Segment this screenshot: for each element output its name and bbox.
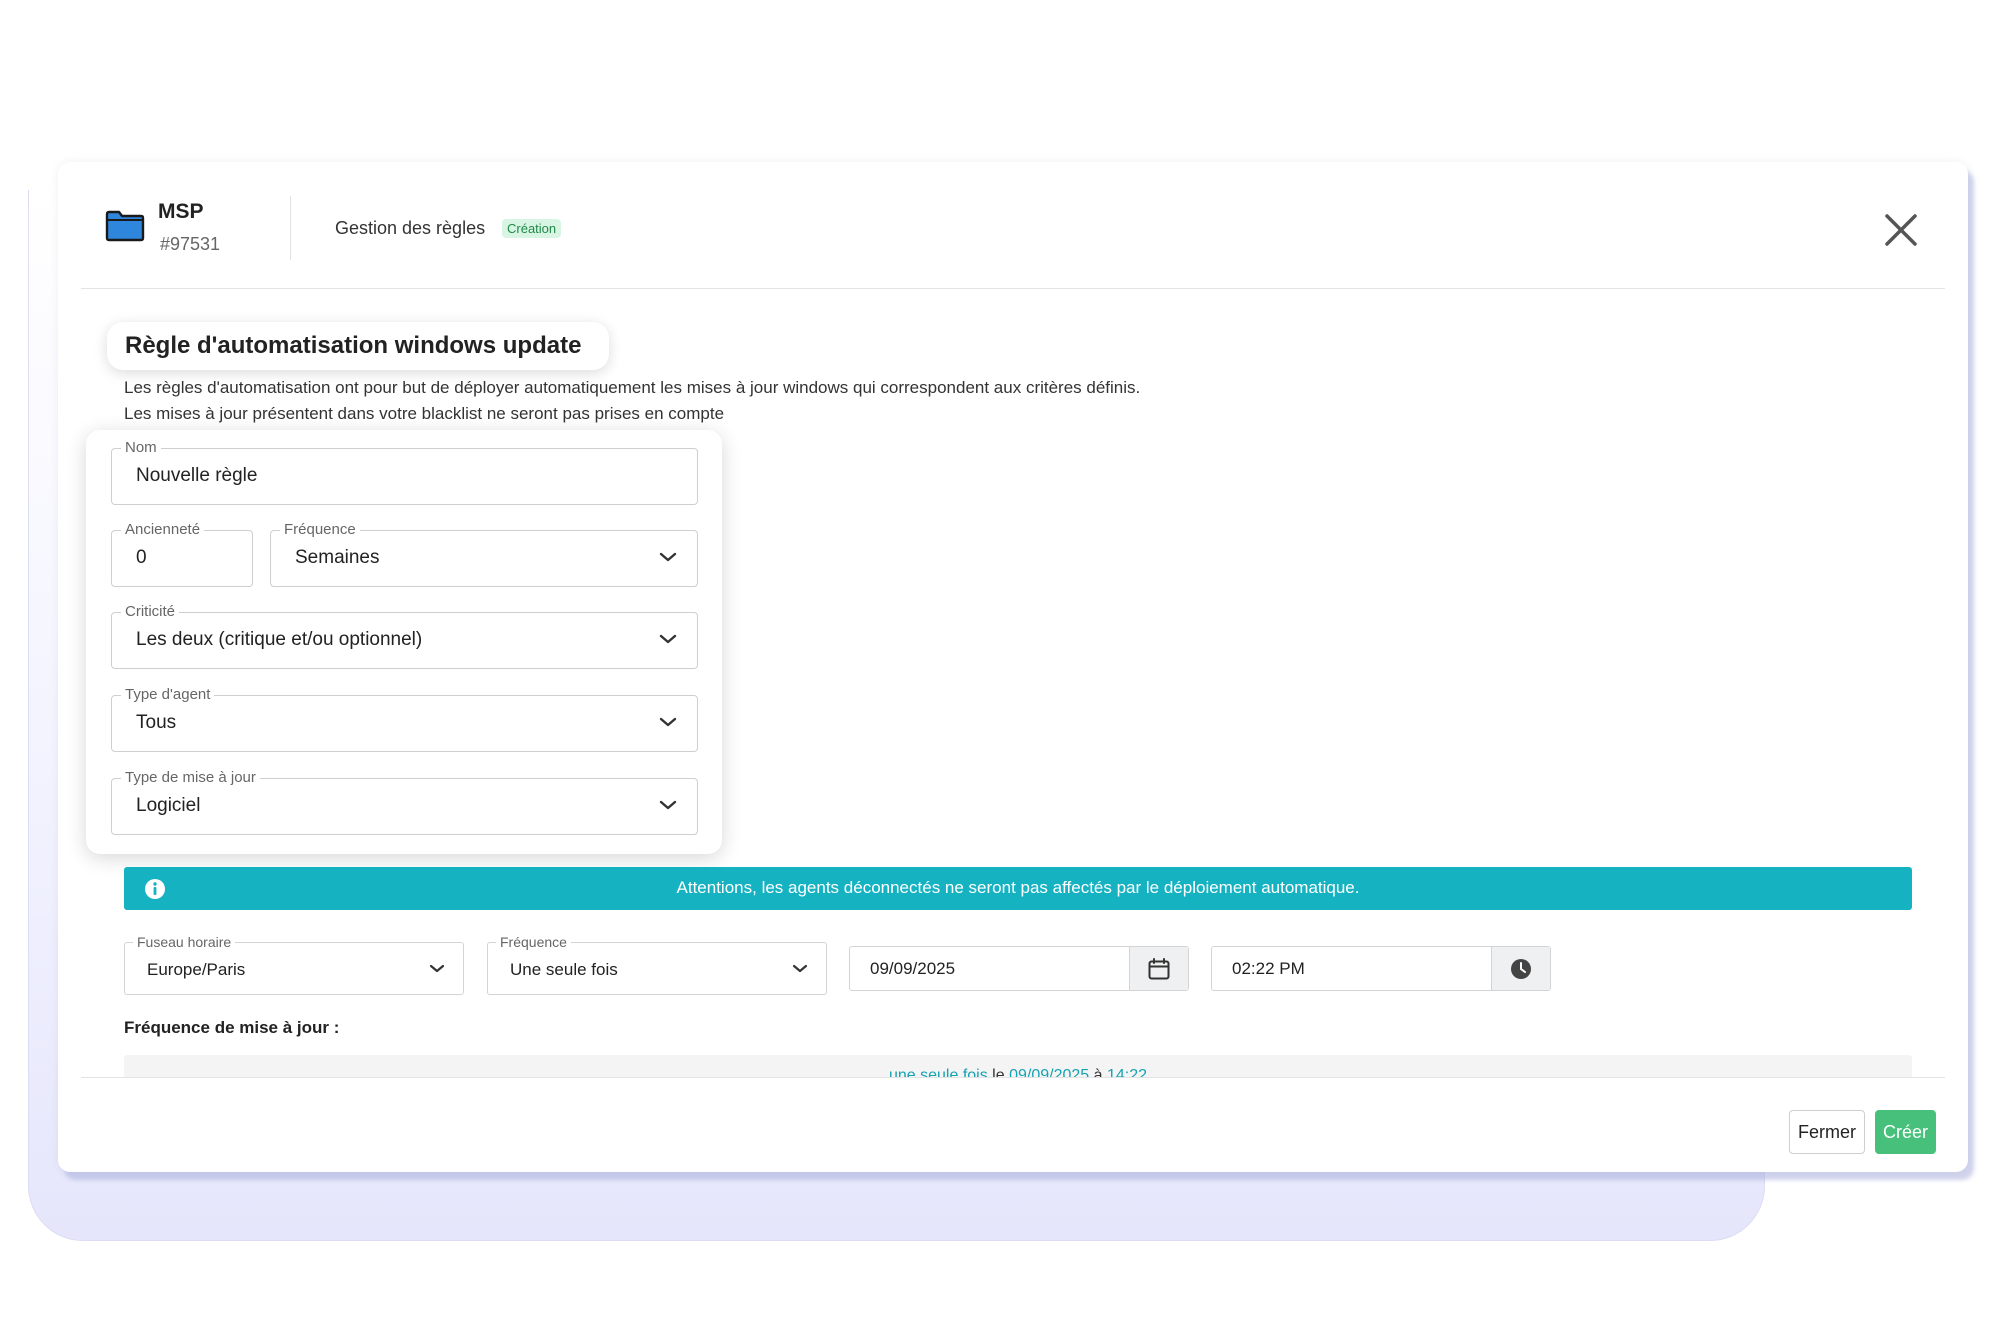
age-frequency-label: Fréquence [280,521,360,539]
chevron-down-icon [659,800,677,810]
date-picker-button[interactable] [1129,947,1188,990]
status-badge: Création [502,219,562,238]
age-frequency-value: Semaines [295,547,380,568]
timezone-value: Europe/Paris [147,960,246,979]
footer-divider-line [81,1077,1945,1078]
section-title: Règle d'automatisation windows update [107,322,610,370]
close-icon[interactable] [1881,210,1921,250]
schedule-summary: une seule fois le 09/09/2025 à 14:22 [124,1055,1912,1077]
time-picker-button[interactable] [1491,947,1550,990]
breadcrumb[interactable]: Gestion des règles [335,218,485,239]
chevron-down-icon [429,964,445,973]
age-field[interactable]: Ancienneté 0 [111,521,253,587]
header-divider-line [81,288,1945,289]
header-divider [290,196,291,260]
chevron-down-icon [659,552,677,562]
create-button[interactable]: Créer [1875,1110,1936,1154]
age-label: Ancienneté [121,521,205,539]
summary-connector: le [992,1067,1005,1077]
name-field[interactable]: Nom Nouvelle règle [111,439,698,505]
criticality-label: Criticité [121,603,180,621]
folder-icon [105,210,145,242]
agent-type-label: Type d'agent [121,686,215,704]
summary-date: 09/09/2025 [1009,1067,1090,1077]
chevron-down-icon [659,634,677,644]
name-label: Nom [121,439,161,457]
close-button[interactable]: Fermer [1789,1110,1865,1154]
date-value: 09/09/2025 [870,959,956,978]
summary-connector: à [1093,1067,1103,1077]
name-value: Nouvelle règle [136,465,258,486]
agent-type-value: Tous [136,712,177,733]
alert-message: Attentions, les agents déconnectés ne se… [676,878,1360,897]
summary-frequency: une seule fois [888,1067,988,1077]
chevron-down-icon [792,964,808,973]
description-line-1: Les règles d'automatisation ont pour but… [124,378,1141,397]
schedule-frequency-value: Une seule fois [510,960,618,979]
rule-form-card: Nom Nouvelle règle Ancienneté 0 Fréquenc… [86,430,722,854]
rule-creation-modal: MSP #97531 Gestion des règles Création R… [58,162,1968,1172]
schedule-frequency-label: Fréquence [496,934,571,950]
agent-type-select[interactable]: Type d'agent Tous [111,686,698,752]
schedule-summary-text: une seule fois le 09/09/2025 à 14:22 [124,1067,1912,1077]
update-frequency-label: Fréquence de mise à jour : [124,1018,340,1037]
schedule-frequency-select[interactable]: Fréquence Une seule fois [487,934,827,995]
update-type-select[interactable]: Type de mise à jour Logiciel [111,769,698,835]
time-input[interactable]: 02:22 PM [1211,946,1551,991]
age-value: 0 [136,547,147,568]
timezone-select[interactable]: Fuseau horaire Europe/Paris [124,934,464,995]
clock-icon [1511,958,1531,979]
calendar-icon [1148,957,1170,979]
summary-time: 14:22 [1106,1067,1148,1077]
update-type-value: Logiciel [136,795,201,816]
criticality-value: Les deux (critique et/ou optionnel) [136,629,423,650]
update-type-label: Type de mise à jour [121,769,260,787]
date-input[interactable]: 09/09/2025 [849,946,1189,991]
timezone-label: Fuseau horaire [133,934,236,950]
description-line-2: Les mises à jour présentent dans votre b… [124,404,725,423]
disconnected-agents-alert: Attentions, les agents déconnectés ne se… [124,867,1912,910]
time-value: 02:22 PM [1232,959,1305,978]
org-id: #97531 [160,234,221,254]
age-frequency-select[interactable]: Fréquence Semaines [270,521,698,587]
org-name: MSP [158,200,204,223]
chevron-down-icon [659,717,677,727]
criticality-select[interactable]: Criticité Les deux (critique et/ou optio… [111,603,698,669]
